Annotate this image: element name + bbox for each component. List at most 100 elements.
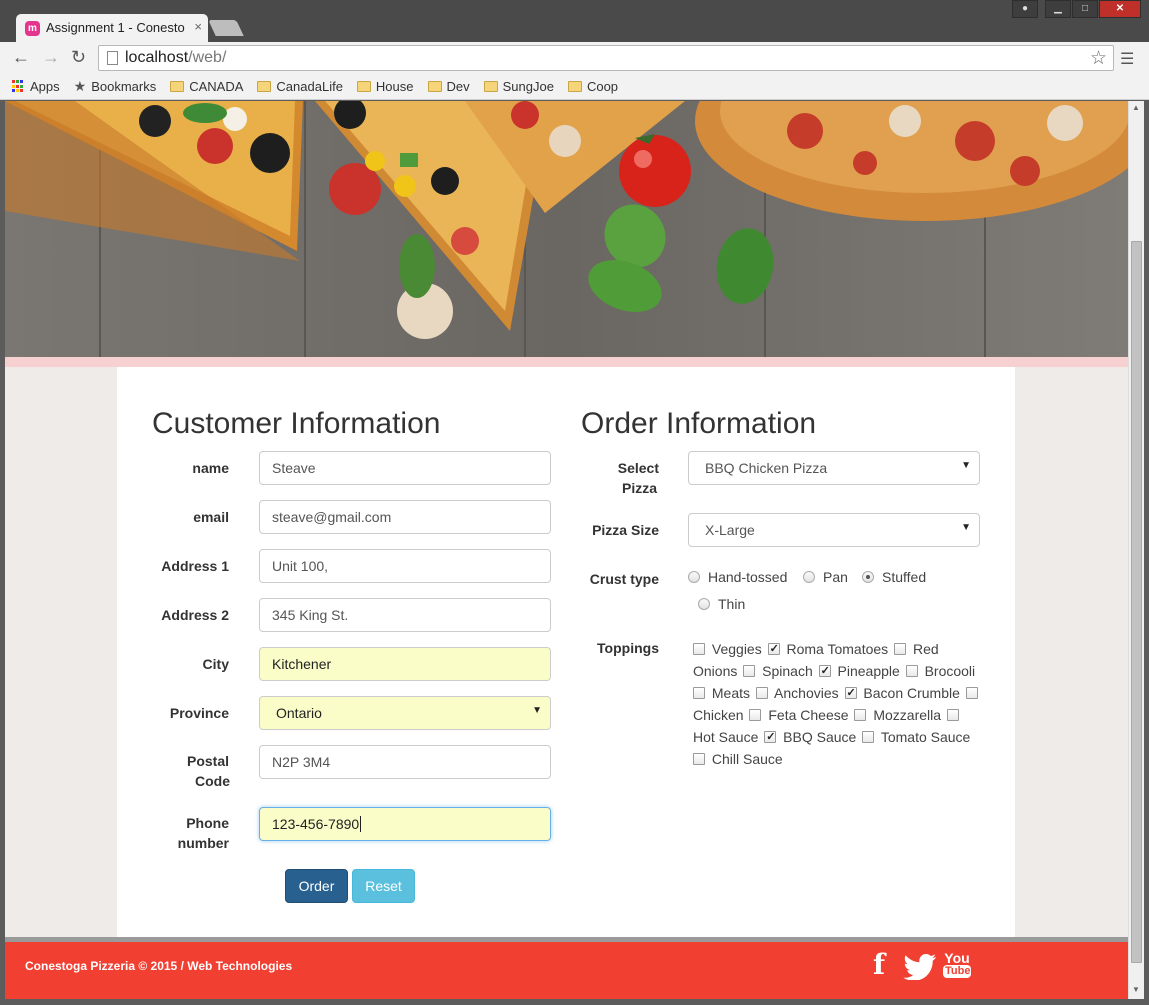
maximize-button[interactable]: □ xyxy=(1072,0,1098,18)
bookmark-star-icon[interactable]: ☆ xyxy=(1090,47,1107,70)
province-select[interactable]: Ontario ▼ xyxy=(259,696,551,730)
crust-radio-hand-tossed[interactable]: Hand-tossed xyxy=(688,569,787,585)
forward-icon[interactable]: → xyxy=(42,47,60,68)
order-button[interactable]: Order xyxy=(285,869,348,903)
bookmark-label: CANADA xyxy=(189,79,244,94)
minimize-button[interactable]: ▁ xyxy=(1045,0,1071,18)
user-icon[interactable]: ● xyxy=(1012,0,1038,18)
youtube-icon-tube: Tube xyxy=(943,965,971,978)
site-favicon-icon: m xyxy=(25,21,40,36)
page-icon xyxy=(107,51,118,65)
bookmark-canadalife[interactable]: CanadaLife xyxy=(257,79,343,94)
scroll-down-icon[interactable]: ▼ xyxy=(1132,985,1140,994)
bookmark-bookmarks[interactable]: ★ Bookmarks xyxy=(74,78,157,95)
radio-button[interactable] xyxy=(698,598,710,610)
bookmark-sungjoe[interactable]: SungJoe xyxy=(483,79,554,94)
pizza-size-value: X-Large xyxy=(705,522,755,538)
postal-code-input[interactable]: N2P 3M4 xyxy=(259,745,551,779)
address2-input[interactable]: 345 King St. xyxy=(259,598,551,632)
scroll-thumb[interactable] xyxy=(1131,241,1142,963)
topping-label: Mozzarella xyxy=(873,707,942,723)
topping-checkbox[interactable] xyxy=(854,709,867,721)
address1-input[interactable]: Unit 100, xyxy=(259,549,551,583)
topping-checkbox-checked[interactable] xyxy=(818,660,831,682)
phone-label-line2: number xyxy=(177,835,229,851)
topping-checkbox-checked[interactable] xyxy=(764,726,777,748)
bookmark-canada[interactable]: CANADA xyxy=(170,79,243,94)
topping-checkbox[interactable] xyxy=(693,643,705,655)
radio-button-selected[interactable] xyxy=(862,571,874,583)
postal-label-line2: Code xyxy=(195,773,230,789)
crust-option-label: Thin xyxy=(718,596,746,612)
address2-label: Address 2 xyxy=(161,607,229,623)
topping-label: Hot Sauce xyxy=(693,729,759,745)
crust-radio-stuffed[interactable]: Stuffed xyxy=(862,569,926,585)
topping-checkbox[interactable] xyxy=(894,643,907,655)
topping-checkbox[interactable] xyxy=(693,753,705,765)
menu-icon[interactable]: ☰ xyxy=(1120,49,1134,69)
email-input[interactable]: steave@gmail.com xyxy=(259,500,551,534)
star-icon: ★ xyxy=(73,78,87,94)
chevron-down-icon: ▼ xyxy=(532,705,542,716)
page-scrollbar[interactable]: ▲ ▼ xyxy=(1128,101,1144,999)
address-bar[interactable]: localhost/web/ ☆ xyxy=(98,45,1114,71)
reload-icon[interactable]: ↻ xyxy=(71,47,86,68)
bookmark-label: Bookmarks xyxy=(91,79,157,94)
folder-icon xyxy=(356,81,371,92)
topping-checkbox[interactable] xyxy=(965,687,978,699)
topping-checkbox-checked[interactable] xyxy=(844,682,857,704)
banner-divider xyxy=(5,357,1128,367)
topping-label: Chill Sauce xyxy=(711,751,783,767)
crust-type-label: Crust type xyxy=(589,571,659,587)
bookmarks-bar: Apps ★ Bookmarks CANADA CanadaLife House… xyxy=(0,74,1149,100)
facebook-icon[interactable]: f xyxy=(873,948,885,981)
new-tab-button[interactable] xyxy=(208,20,244,36)
city-input[interactable]: Kitchener xyxy=(259,647,551,681)
crust-radio-thin[interactable]: Thin xyxy=(698,596,745,612)
select-pizza-label-line1: Select xyxy=(617,460,659,476)
pizza-size-label: Pizza Size xyxy=(592,522,659,538)
radio-button[interactable] xyxy=(688,571,700,583)
topping-checkbox[interactable] xyxy=(862,731,875,743)
name-input[interactable]: Steave xyxy=(259,451,551,485)
back-icon[interactable]: ← xyxy=(12,47,30,68)
twitter-icon[interactable] xyxy=(903,954,937,985)
topping-checkbox[interactable] xyxy=(749,709,762,721)
topping-checkbox[interactable] xyxy=(905,665,918,677)
topping-label: BBQ Sauce xyxy=(783,729,857,745)
phone-label: Phone number xyxy=(147,813,229,853)
bookmark-apps[interactable]: Apps xyxy=(12,79,60,94)
browser-tab[interactable]: m Assignment 1 - Conesto × xyxy=(16,14,208,42)
folder-icon xyxy=(427,81,442,92)
topping-checkbox[interactable] xyxy=(743,665,756,677)
chevron-down-icon: ▼ xyxy=(961,460,971,471)
bookmark-dev[interactable]: Dev xyxy=(427,79,470,94)
window-controls: ● ▁ □ ✕ xyxy=(1011,0,1141,20)
reset-button[interactable]: Reset xyxy=(352,869,415,903)
bookmark-label: CanadaLife xyxy=(276,79,343,94)
topping-label: Spinach xyxy=(762,663,813,679)
bookmark-label: SungJoe xyxy=(502,79,554,94)
topping-label: Anchovies xyxy=(774,685,839,701)
phone-input[interactable]: 123-456-7890 xyxy=(259,807,551,841)
province-select-value: Ontario xyxy=(276,705,322,721)
radio-button[interactable] xyxy=(803,571,815,583)
bookmark-coop[interactable]: Coop xyxy=(567,79,618,94)
youtube-icon[interactable]: You Tube xyxy=(943,950,971,978)
pizza-illustration xyxy=(5,101,1128,357)
order-form-card: Customer Information Order Information n… xyxy=(117,367,1015,937)
topping-checkbox[interactable] xyxy=(946,709,959,721)
close-tab-icon[interactable]: × xyxy=(194,19,202,34)
close-window-button[interactable]: ✕ xyxy=(1099,0,1141,18)
pizza-size-select[interactable]: X-Large ▼ xyxy=(688,513,980,547)
customer-info-heading: Customer Information xyxy=(152,407,441,440)
topping-checkbox[interactable] xyxy=(755,687,768,699)
bookmark-house[interactable]: House xyxy=(356,79,414,94)
toppings-label: Toppings xyxy=(597,640,659,656)
youtube-icon-you: You xyxy=(944,950,970,966)
scroll-up-icon[interactable]: ▲ xyxy=(1132,103,1140,112)
topping-checkbox[interactable] xyxy=(693,687,705,699)
topping-checkbox-checked[interactable] xyxy=(767,638,780,660)
crust-radio-pan[interactable]: Pan xyxy=(803,569,848,585)
pizza-select[interactable]: BBQ Chicken Pizza ▼ xyxy=(688,451,980,485)
